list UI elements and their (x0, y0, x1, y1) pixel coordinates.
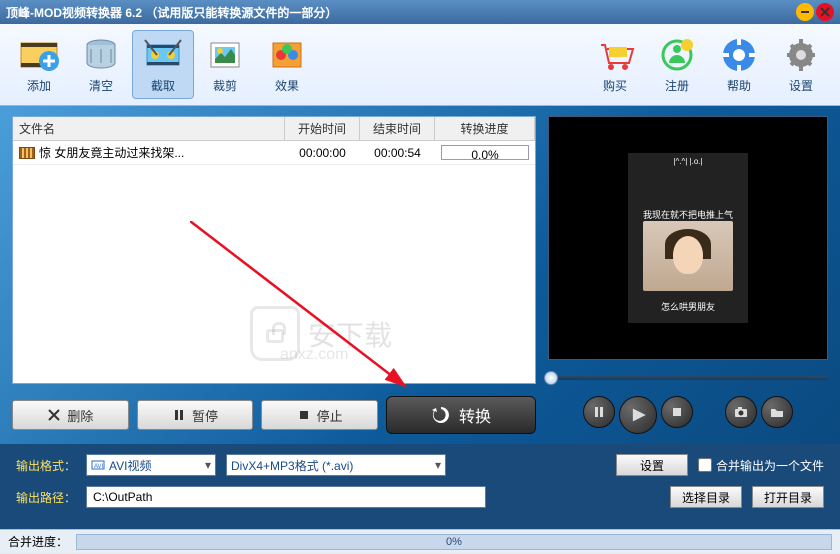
cut-button[interactable]: 截取 (132, 30, 194, 99)
settings-label: 设置 (770, 77, 832, 94)
overall-progress-bar: 0% (76, 534, 832, 550)
choose-dir-button[interactable]: 选择目录 (670, 486, 742, 508)
register-label: 注册 (646, 77, 708, 94)
open-dir-button[interactable]: 打开目录 (752, 486, 824, 508)
preview-subtitle-bottom: 怎么哄男朋友 (628, 300, 748, 313)
add-icon (19, 35, 59, 75)
merge-checkbox-wrap[interactable]: 合并输出为一个文件 (698, 457, 824, 474)
output-settings-button[interactable]: 设置 (616, 454, 688, 476)
row-start: 00:00:00 (285, 143, 360, 163)
header-end[interactable]: 结束时间 (360, 117, 435, 140)
main-area: 文件名 开始时间 结束时间 转换进度 惊 女朋友竟主动过来找架... 00:00… (0, 106, 840, 444)
minimize-button[interactable] (796, 3, 814, 21)
register-icon (657, 35, 697, 75)
output-format-codec-dropdown[interactable]: DivX4+MP3格式 (*.avi) (226, 454, 446, 476)
effect-label: 效果 (256, 77, 318, 94)
help-icon (719, 35, 759, 75)
cut-icon (143, 35, 183, 75)
output-format-label: 输出格式： (16, 457, 76, 474)
add-label: 添加 (8, 77, 70, 94)
crop-label: 裁剪 (194, 77, 256, 94)
help-label: 帮助 (708, 77, 770, 94)
file-list: 文件名 开始时间 结束时间 转换进度 惊 女朋友竟主动过来找架... 00:00… (12, 116, 536, 384)
row-end: 00:00:54 (360, 143, 435, 163)
header-progress[interactable]: 转换进度 (435, 117, 535, 140)
cut-label: 截取 (133, 77, 193, 94)
settings-button[interactable]: 设置 (770, 31, 832, 98)
preview-box: |^.^| |.o.| 我现在就不把电推上气 怎么哄男朋友 (548, 116, 828, 360)
help-button[interactable]: 帮助 (708, 31, 770, 98)
header-filename[interactable]: 文件名 (13, 117, 285, 140)
list-header: 文件名 开始时间 结束时间 转换进度 (13, 117, 535, 141)
output-path-input[interactable]: C:\OutPath (86, 486, 486, 508)
merge-checkbox[interactable] (698, 458, 712, 472)
titlebar: 顶峰-MOD视频转换器 6.2 （试用版只能转换源文件的一部分） (0, 0, 840, 24)
add-button[interactable]: 添加 (8, 31, 70, 98)
close-button[interactable] (816, 3, 834, 21)
preview-subtitle-top: 我现在就不把电推上气 (628, 208, 748, 221)
buy-icon (595, 35, 635, 75)
delete-button[interactable]: 删除 (12, 400, 129, 430)
output-path-label: 输出路径： (16, 489, 76, 506)
player-stop-button[interactable] (661, 396, 693, 428)
preview-timecode: |^.^| |.o.| (628, 157, 748, 166)
list-row[interactable]: 惊 女朋友竟主动过来找架... 00:00:00 00:00:54 0.0% (13, 141, 535, 165)
output-format-type-dropdown[interactable]: AVIAVI视频 (86, 454, 216, 476)
buy-button[interactable]: 购买 (584, 31, 646, 98)
buy-label: 购买 (584, 77, 646, 94)
effect-button[interactable]: 效果 (256, 31, 318, 98)
pause-button[interactable]: 暂停 (137, 400, 254, 430)
seek-slider[interactable] (548, 368, 828, 388)
clear-label: 清空 (70, 77, 132, 94)
crop-button[interactable]: 裁剪 (194, 31, 256, 98)
overall-progress-label: 合并进度： (8, 533, 68, 550)
row-progress: 0.0% (441, 145, 529, 160)
stop-button[interactable]: 停止 (261, 400, 378, 430)
crop-icon (205, 35, 245, 75)
header-start[interactable]: 开始时间 (285, 117, 360, 140)
player-play-button[interactable] (619, 396, 657, 434)
clear-button[interactable]: 清空 (70, 31, 132, 98)
clear-icon (81, 35, 121, 75)
preview-frame (643, 221, 733, 291)
row-filename: 惊 女朋友竟主动过来找架... (39, 144, 184, 161)
register-button[interactable]: 注册 (646, 31, 708, 98)
status-bar: 合并进度： 0% (0, 529, 840, 553)
output-settings: 输出格式： AVIAVI视频 DivX4+MP3格式 (*.avi) 设置 合并… (0, 444, 840, 529)
effect-icon (267, 35, 307, 75)
svg-text:AVI: AVI (94, 464, 104, 470)
player-pause-button[interactable] (583, 396, 615, 428)
film-icon (19, 147, 35, 159)
convert-button[interactable]: 转换 (386, 396, 536, 434)
snapshot-button[interactable] (725, 396, 757, 428)
slider-thumb[interactable] (544, 371, 558, 385)
open-folder-button[interactable] (761, 396, 793, 428)
window-title: 顶峰-MOD视频转换器 6.2 （试用版只能转换源文件的一部分） (6, 4, 337, 21)
settings-icon (781, 35, 821, 75)
toolbar: 添加 清空 截取 裁剪 效果 购买 注册 帮助 设置 (0, 24, 840, 106)
